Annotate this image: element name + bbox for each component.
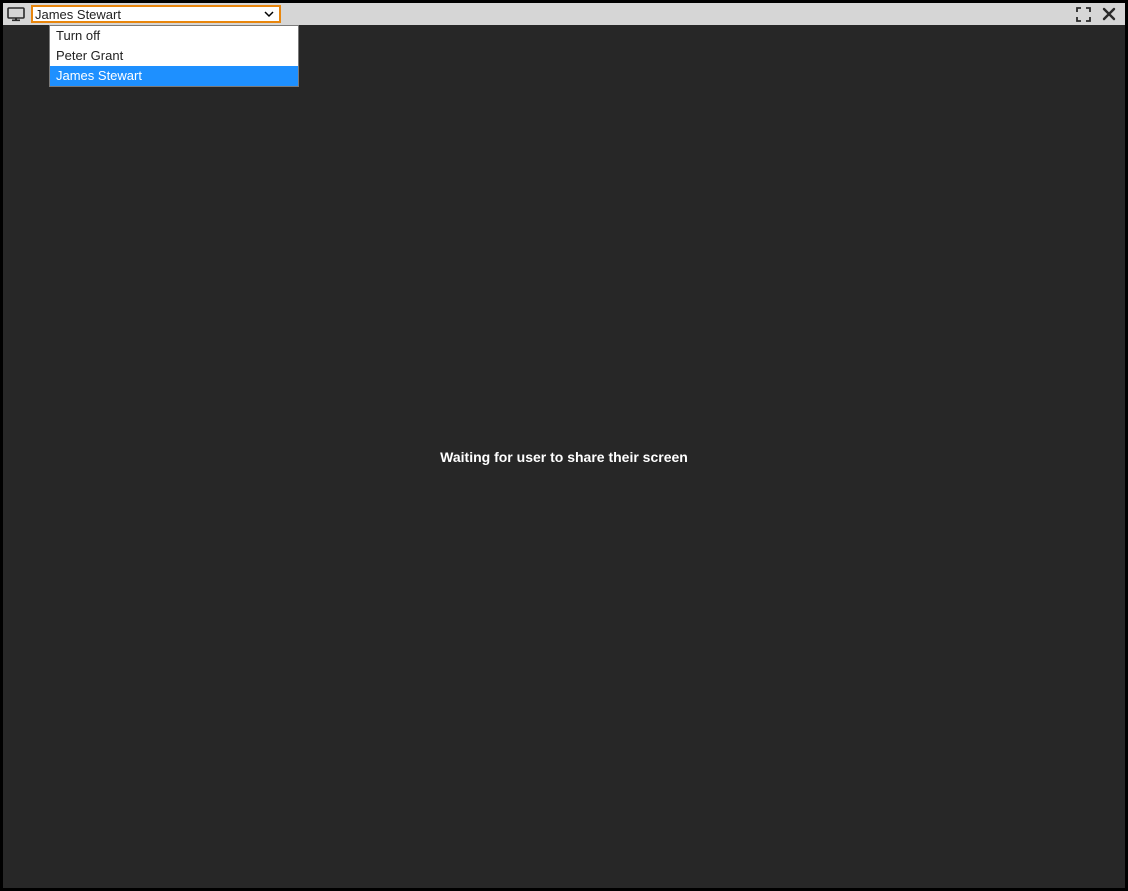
user-select-dropdown[interactable]: Turn off Peter Grant James Stewart	[49, 25, 299, 87]
waiting-message: Waiting for user to share their screen	[440, 449, 688, 465]
fullscreen-button[interactable]	[1073, 4, 1093, 24]
toolbar: James Stewart	[3, 3, 1125, 25]
window-frame: James Stewart Turn off Peter Grant James…	[0, 0, 1128, 891]
screen-share-viewport: Waiting for user to share their screen	[3, 25, 1125, 888]
dropdown-option-james-stewart[interactable]: James Stewart	[50, 66, 298, 86]
close-button[interactable]	[1099, 4, 1119, 24]
dropdown-option-turn-off[interactable]: Turn off	[50, 26, 298, 46]
dropdown-option-peter-grant[interactable]: Peter Grant	[50, 46, 298, 66]
monitor-icon	[7, 6, 25, 22]
user-select[interactable]: James Stewart	[31, 5, 281, 23]
